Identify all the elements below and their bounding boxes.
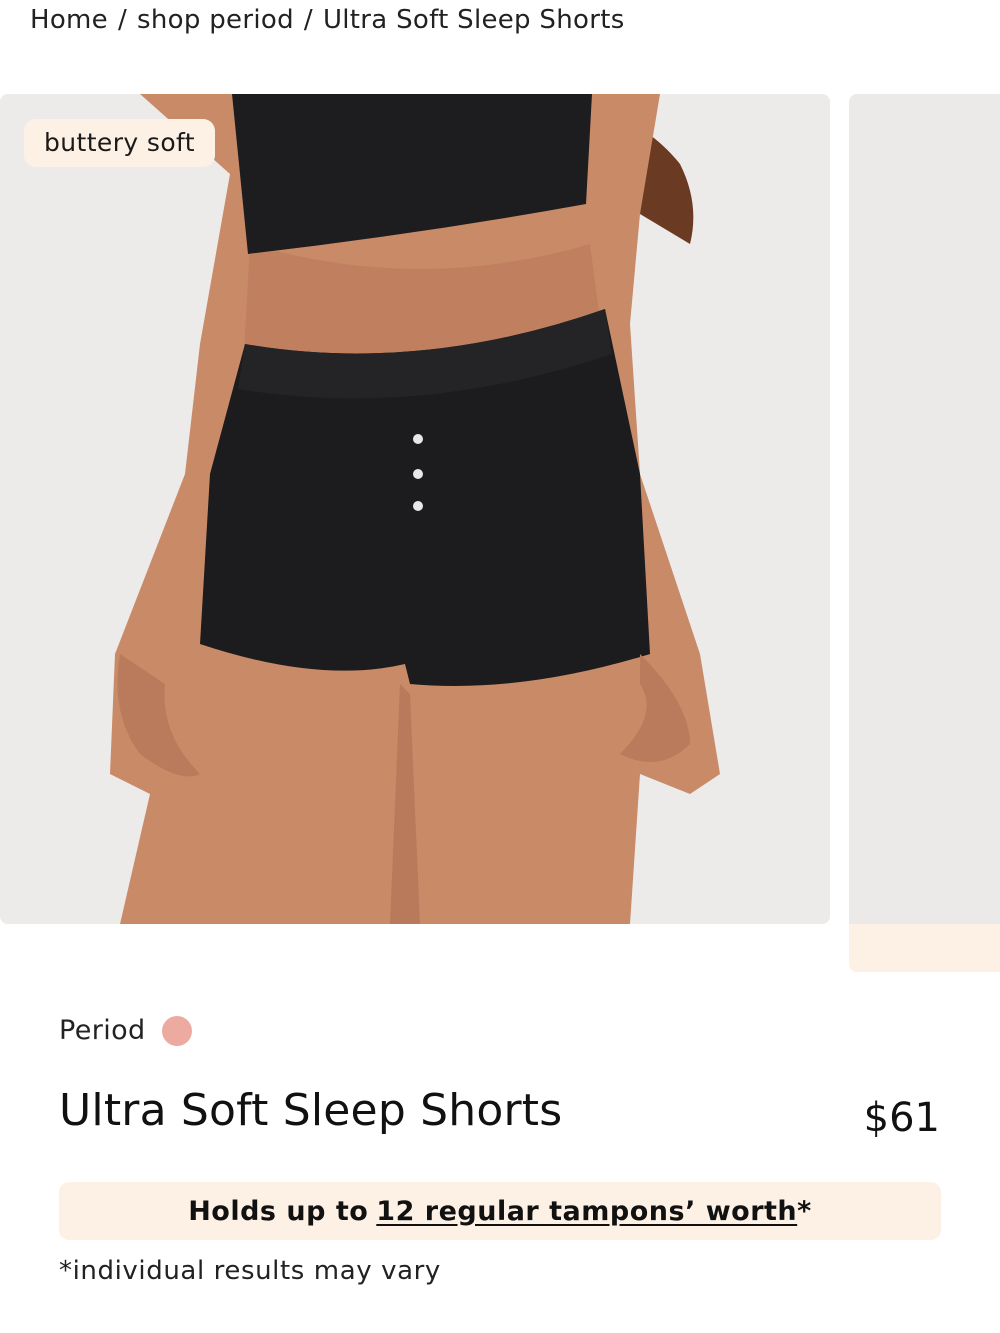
product-title: Ultra Soft Sleep Shorts — [59, 1085, 563, 1136]
category-color-dot — [161, 1015, 192, 1046]
breadcrumb-current: Ultra Soft Sleep Shorts — [322, 5, 625, 35]
absorbency-banner: Holds up to 12 regular tampons’ worth * — [59, 1182, 941, 1240]
product-image-main[interactable]: buttery soft — [0, 94, 830, 924]
absorbency-prefix: Holds up to — [188, 1195, 369, 1227]
absorbency-suffix: * — [797, 1195, 812, 1227]
product-category: Period — [59, 1015, 192, 1046]
results-disclaimer: *individual results may vary — [59, 1256, 441, 1286]
category-label: Period — [59, 1015, 146, 1046]
product-photo — [0, 94, 830, 924]
breadcrumb-home-link[interactable]: Home — [30, 5, 108, 35]
product-price: $61 — [863, 1095, 940, 1141]
next-slide-caption-strip — [849, 924, 1000, 972]
breadcrumb-separator: / — [117, 5, 128, 35]
breadcrumb-separator: / — [303, 5, 313, 35]
product-page: Home / shop period / Ultra Soft Sleep Shorts — [0, 0, 1000, 1333]
breadcrumb-shop-period-link[interactable]: shop period — [137, 5, 294, 35]
absorbency-info-link[interactable]: 12 regular tampons’ worth — [376, 1196, 797, 1227]
product-image-gallery[interactable]: buttery soft — [0, 94, 1000, 974]
product-image-next[interactable] — [849, 94, 1000, 972]
breadcrumb: Home / shop period / Ultra Soft Sleep Shorts — [30, 2, 625, 38]
product-badge: buttery soft — [24, 119, 216, 167]
